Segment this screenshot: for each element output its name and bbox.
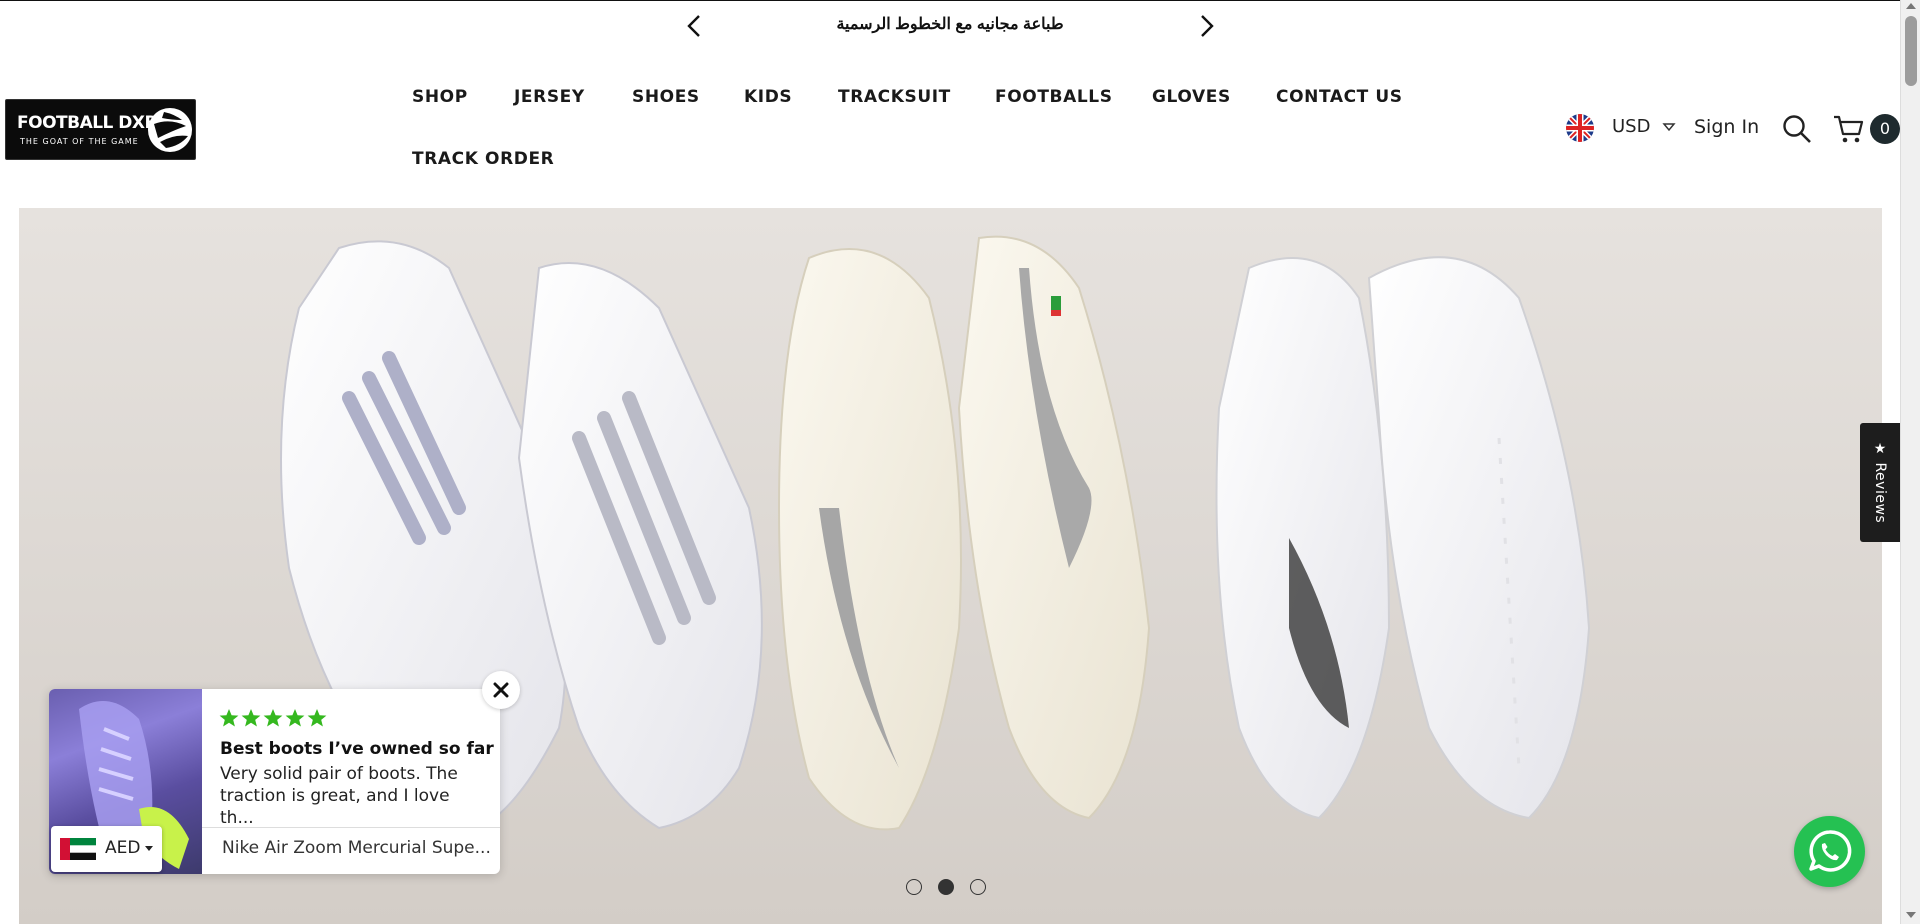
currency-selector[interactable]: USD (1612, 116, 1650, 137)
nav-gloves[interactable]: GLOVES (1152, 87, 1231, 107)
whatsapp-icon (1809, 830, 1852, 872)
nav-kids[interactable]: KIDS (744, 87, 792, 107)
announcement-next-arrow-icon[interactable] (1193, 13, 1219, 39)
uae-flag-icon (60, 838, 96, 860)
nav-shop[interactable]: SHOP (412, 87, 468, 107)
scroll-down-arrow-icon[interactable] (1906, 912, 1916, 918)
chevron-down-icon[interactable] (1662, 120, 1676, 134)
caret-down-icon (145, 846, 153, 851)
announcement-bar: طباعة مجانيه مع الخطوط الرسمية (0, 0, 1900, 50)
slider-dots (906, 879, 996, 897)
search-icon[interactable] (1782, 114, 1812, 144)
scrollbar-thumb[interactable] (1905, 16, 1917, 86)
football-logo-icon (148, 108, 192, 152)
whatsapp-chat-button[interactable] (1794, 816, 1865, 887)
announcement-text: طباعة مجانيه مع الخطوط الرسمية (836, 16, 1064, 33)
site-logo[interactable]: FOOTBALL DXB THE GOAT OF THE GAME (5, 99, 196, 160)
divider (202, 827, 500, 828)
review-body: Very solid pair of boots. The traction i… (220, 764, 458, 828)
currency-selector-aed[interactable]: AED (51, 826, 162, 872)
uk-flag-icon[interactable] (1566, 114, 1594, 142)
slider-dot-3[interactable] (970, 879, 986, 895)
scroll-up-arrow-icon[interactable] (1906, 3, 1916, 9)
logo-tagline: THE GOAT OF THE GAME (20, 137, 139, 146)
nav-track-order[interactable]: TRACK ORDER (412, 149, 554, 169)
slider-dot-1[interactable] (906, 879, 922, 895)
page-scrollbar[interactable] (1900, 0, 1920, 924)
sign-in-link[interactable]: Sign In (1694, 116, 1759, 138)
cart-count-badge[interactable]: 0 (1870, 114, 1900, 144)
rating-stars-icon (219, 709, 327, 727)
reviews-tab-label: ★ Reviews (1872, 441, 1888, 524)
nav-footballs[interactable]: FOOTBALLS (995, 87, 1113, 107)
review-product-name[interactable]: Nike Air Zoom Mercurial Supe... (222, 838, 491, 858)
reviews-side-tab[interactable]: ★ Reviews (1860, 423, 1900, 542)
nav-tracksuit[interactable]: TRACKSUIT (838, 87, 951, 107)
review-title: Best boots I’ve owned so far (220, 739, 494, 759)
nav-jersey[interactable]: JERSEY (514, 87, 585, 107)
slider-dot-2[interactable] (938, 879, 954, 895)
close-popup-button[interactable] (482, 671, 520, 709)
cart-icon[interactable] (1833, 113, 1865, 145)
close-icon (493, 682, 509, 698)
nav-shoes[interactable]: SHOES (632, 87, 700, 107)
nav-contact-us[interactable]: CONTACT US (1276, 87, 1403, 107)
currency-value: AED (105, 838, 141, 858)
logo-title: FOOTBALL DXB (17, 113, 158, 133)
